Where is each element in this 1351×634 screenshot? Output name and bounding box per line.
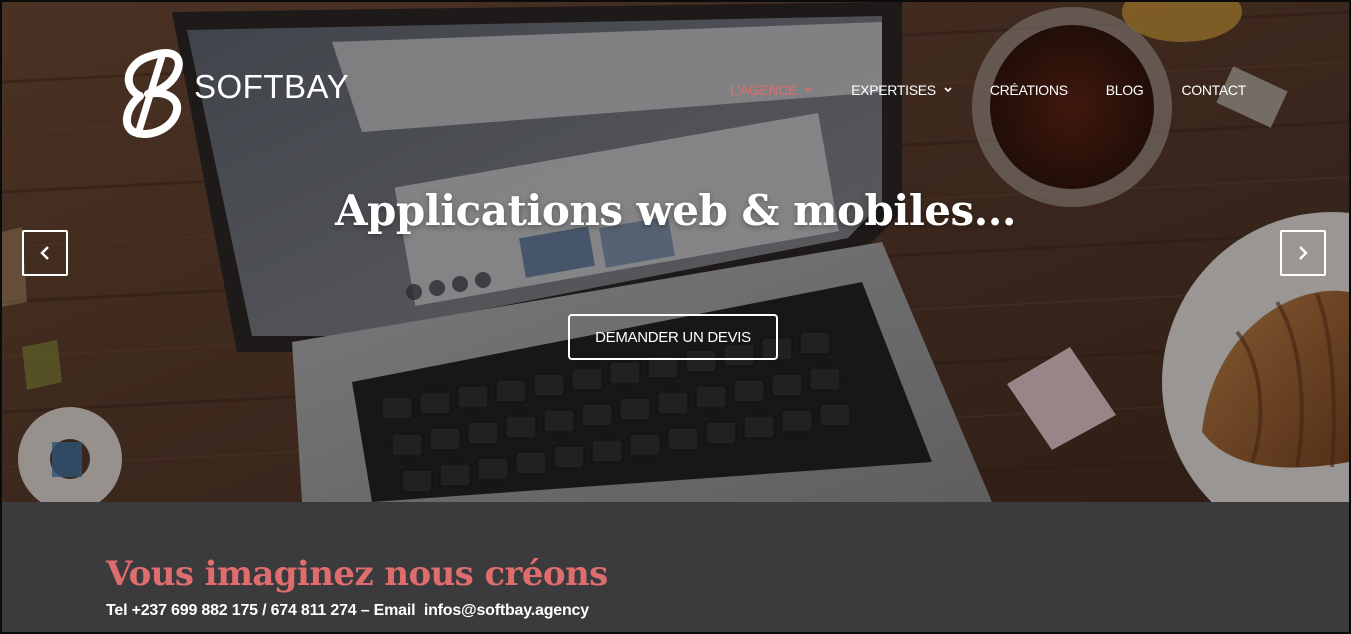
page: SOFTBAY L'AGENCE EXPERTISES CRÉATIONS BL… — [0, 0, 1351, 634]
nav-item-expertises[interactable]: EXPERTISES — [851, 82, 952, 98]
chevron-down-icon — [805, 87, 813, 93]
request-quote-label: DEMANDER UN DEVIS — [595, 328, 751, 346]
nav-item-label: BLOG — [1105, 82, 1144, 98]
chevron-right-icon — [1299, 246, 1308, 260]
tagline-band: Vous imaginez nous créons Tel +237 699 8… — [2, 502, 1349, 632]
tagline: Vous imaginez nous créons — [106, 554, 608, 594]
site-logo[interactable]: SOFTBAY — [118, 46, 349, 142]
slider-prev-button[interactable] — [22, 230, 68, 276]
request-quote-button[interactable]: DEMANDER UN DEVIS — [568, 314, 778, 360]
hero-slider: SOFTBAY L'AGENCE EXPERTISES CRÉATIONS BL… — [2, 2, 1349, 502]
nav-item-label: L'AGENCE — [729, 82, 798, 98]
nav-item-creations[interactable]: CRÉATIONS — [990, 82, 1068, 98]
logo-mark-icon — [122, 49, 183, 138]
nav-item-blog[interactable]: BLOG — [1106, 82, 1144, 98]
slide-title: Applications web & mobiles... — [334, 186, 1017, 235]
nav-item-label: CRÉATIONS — [989, 82, 1068, 98]
nav-item-label: CONTACT — [1181, 82, 1246, 98]
slider-next-button[interactable] — [1280, 230, 1326, 276]
logo-text: SOFTBAY — [194, 68, 350, 105]
nav-item-label: EXPERTISES — [851, 82, 936, 98]
main-nav: L'AGENCE EXPERTISES CRÉATIONS BLOG CONTA… — [692, 82, 1246, 98]
chevron-left-icon — [40, 246, 49, 260]
nav-item-contact[interactable]: CONTACT — [1181, 82, 1246, 98]
chevron-down-icon — [944, 87, 952, 93]
nav-item-agence[interactable]: L'AGENCE — [730, 82, 813, 98]
contact-info: Tel +237 699 882 175 / 674 811 274 – Ema… — [106, 602, 589, 619]
